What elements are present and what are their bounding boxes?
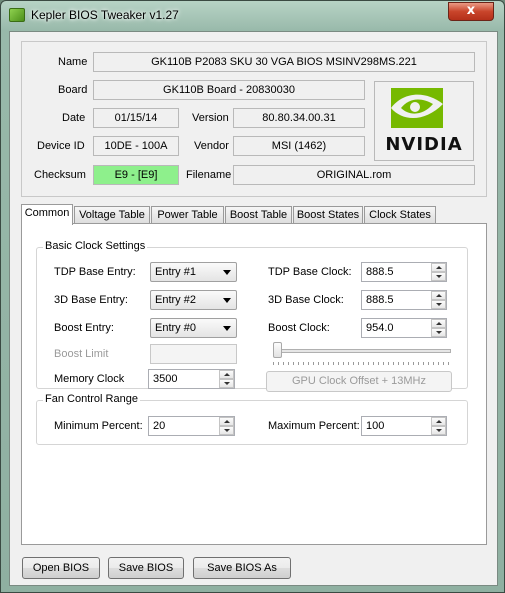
- tab-boost-states[interactable]: Boost States: [293, 206, 363, 224]
- version-label: Version: [192, 112, 229, 124]
- 3d-base-clock-value: 888.5: [366, 294, 394, 306]
- minimum-percent-value: 20: [153, 420, 166, 432]
- name-field: GK110B P2083 SKU 30 VGA BIOS MSINV298MS.…: [93, 52, 475, 72]
- tab-power-table[interactable]: Power Table: [151, 206, 224, 224]
- boost-limit-field: [150, 344, 237, 364]
- group-title: Basic Clock Settings: [43, 240, 148, 252]
- close-button[interactable]: x: [448, 2, 494, 21]
- memory-clock-label: Memory Clock: [54, 373, 125, 385]
- spin-down-icon[interactable]: [431, 272, 446, 281]
- checksum-field: E9 - [E9]: [93, 165, 179, 185]
- fan-control-range-group: Fan Control Range Minimum Percent: 20 Ma…: [36, 393, 468, 445]
- spin-down-icon[interactable]: [219, 379, 234, 388]
- window-title: Kepler BIOS Tweaker v1.27: [31, 8, 179, 22]
- spin-down-icon[interactable]: [431, 426, 446, 435]
- slider-ticks: [273, 362, 451, 365]
- spin-up-icon[interactable]: [431, 291, 446, 300]
- save-bios-button[interactable]: Save BIOS: [108, 557, 184, 579]
- app-icon: [9, 8, 25, 22]
- maximum-percent-label: Maximum Percent:: [268, 420, 360, 432]
- tdp-base-entry-value: Entry #1: [155, 266, 196, 278]
- client-area: Name GK110B P2083 SKU 30 VGA BIOS MSINV2…: [9, 31, 498, 586]
- 3d-base-clock-stepper[interactable]: 888.5: [361, 290, 447, 310]
- board-label: Board: [58, 84, 88, 96]
- clock-offset-slider-thumb[interactable]: [273, 342, 282, 358]
- checksum-label: Checksum: [34, 169, 86, 181]
- vendor-field: MSI (1462): [233, 136, 365, 156]
- 3d-base-entry-value: Entry #2: [155, 294, 196, 306]
- 3d-base-entry-dropdown[interactable]: Entry #2: [150, 290, 237, 310]
- tdp-base-clock-stepper[interactable]: 888.5: [361, 262, 447, 282]
- tab-voltage-table[interactable]: Voltage Table: [74, 206, 150, 224]
- tab-boost-table[interactable]: Boost Table: [225, 206, 292, 224]
- spin-down-icon[interactable]: [431, 328, 446, 337]
- save-bios-as-button[interactable]: Save BIOS As: [193, 557, 291, 579]
- nvidia-logo-text: NVIDIA: [385, 134, 462, 155]
- chevron-down-icon: [223, 270, 231, 275]
- spin-up-icon[interactable]: [431, 417, 446, 426]
- boost-limit-label: Boost Limit: [54, 348, 109, 360]
- app-window: Kepler BIOS Tweaker v1.27 x Name GK110B …: [0, 0, 505, 593]
- 3d-base-entry-label: 3D Base Entry:: [54, 294, 128, 306]
- nvidia-eye-icon: NVIDIA: [385, 88, 462, 155]
- spin-down-icon[interactable]: [431, 300, 446, 309]
- tdp-base-clock-value: 888.5: [366, 266, 394, 278]
- spin-up-icon[interactable]: [431, 319, 446, 328]
- boost-entry-value: Entry #0: [155, 322, 196, 334]
- nvidia-logo: NVIDIA: [374, 81, 474, 161]
- vendor-label: Vendor: [194, 140, 229, 152]
- board-field: GK110B Board - 20830030: [93, 80, 365, 100]
- title-bar[interactable]: Kepler BIOS Tweaker v1.27 x: [1, 1, 504, 29]
- boost-clock-stepper[interactable]: 954.0: [361, 318, 447, 338]
- tdp-base-entry-label: TDP Base Entry:: [54, 266, 136, 278]
- spin-up-icon[interactable]: [219, 370, 234, 379]
- filename-field: ORIGINAL.rom: [233, 165, 475, 185]
- clock-offset-slider-track[interactable]: [273, 349, 451, 353]
- version-field: 80.80.34.00.31: [233, 108, 365, 128]
- device-id-label: Device ID: [37, 140, 85, 152]
- bios-info-panel: Name GK110B P2083 SKU 30 VGA BIOS MSINV2…: [21, 41, 487, 197]
- name-label: Name: [58, 56, 88, 68]
- open-bios-button[interactable]: Open BIOS: [22, 557, 100, 579]
- tdp-base-clock-label: TDP Base Clock:: [268, 266, 352, 278]
- date-label: Date: [62, 112, 86, 124]
- chevron-down-icon: [223, 326, 231, 331]
- basic-clock-settings-group: Basic Clock Settings TDP Base Entry: Ent…: [36, 240, 468, 392]
- 3d-base-clock-label: 3D Base Clock:: [268, 294, 344, 306]
- boost-clock-value: 954.0: [366, 322, 394, 334]
- tdp-base-entry-dropdown[interactable]: Entry #1: [150, 262, 237, 282]
- spin-down-icon[interactable]: [219, 426, 234, 435]
- maximum-percent-value: 100: [366, 420, 385, 432]
- filename-label: Filename: [186, 169, 232, 181]
- gpu-clock-offset-button: GPU Clock Offset + 13MHz: [266, 371, 452, 392]
- boost-clock-label: Boost Clock:: [268, 322, 330, 334]
- maximum-percent-stepper[interactable]: 100: [361, 416, 447, 436]
- boost-entry-dropdown[interactable]: Entry #0: [150, 318, 237, 338]
- minimum-percent-label: Minimum Percent:: [54, 420, 143, 432]
- spin-up-icon[interactable]: [431, 263, 446, 272]
- minimum-percent-stepper[interactable]: 20: [148, 416, 235, 436]
- memory-clock-stepper[interactable]: 3500: [148, 369, 235, 389]
- tab-clock-states[interactable]: Clock States: [364, 206, 436, 224]
- spin-up-icon[interactable]: [219, 417, 234, 426]
- chevron-down-icon: [223, 298, 231, 303]
- device-id-field: 10DE - 100A: [93, 136, 179, 156]
- boost-entry-label: Boost Entry:: [54, 322, 114, 334]
- tab-common[interactable]: Common: [21, 204, 73, 225]
- date-field: 01/15/14: [93, 108, 179, 128]
- memory-clock-value: 3500: [153, 373, 178, 385]
- common-tab-page: Basic Clock Settings TDP Base Entry: Ent…: [21, 223, 487, 545]
- group-title: Fan Control Range: [43, 393, 140, 405]
